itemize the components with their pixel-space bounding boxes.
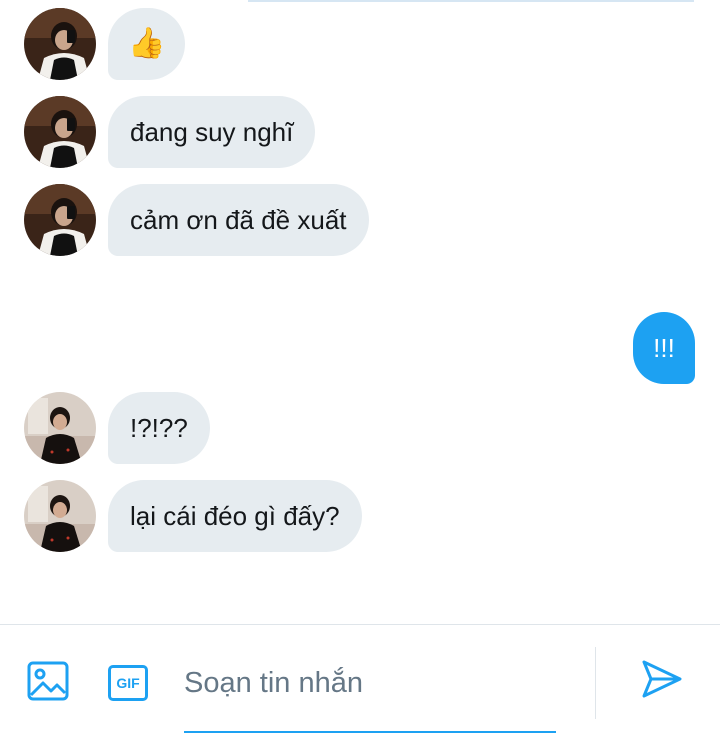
send-icon [641,659,683,704]
avatar[interactable] [24,392,96,464]
avatar-photo-a [24,184,96,256]
received-message: đang suy nghĩ [24,96,316,168]
gif-label: GIF [116,675,140,691]
divider [595,647,596,719]
message-text: đang suy nghĩ [130,117,294,147]
received-message: lại cái đéo gì đấy? [24,480,362,552]
message-input[interactable] [184,655,556,711]
add-photo-button[interactable] [26,661,70,705]
message-input-wrap [184,655,556,733]
message-composer: GIF [0,624,720,738]
message-text: lại cái đéo gì đấy? [130,501,340,531]
avatar-photo-b [24,480,96,552]
avatar-photo-a [24,96,96,168]
avatar[interactable] [24,480,96,552]
message-bubble[interactable]: !?!?? [108,392,210,464]
message-thread[interactable]: 👍 đang suy nghĩ cảm ơn đã đề xuất !!! !?… [0,0,720,624]
image-icon [27,661,69,706]
avatar[interactable] [24,96,96,168]
send-button[interactable] [640,659,684,703]
message-bubble[interactable]: đang suy nghĩ [108,96,316,168]
message-text: !!! [653,332,675,363]
add-gif-button[interactable]: GIF [106,661,150,705]
input-underline [184,731,556,733]
received-message: cảm ơn đã đề xuất [24,184,369,256]
message-text: 👍 [128,27,166,60]
avatar-photo-a [24,8,96,80]
message-text: !?!?? [130,413,188,443]
avatar[interactable] [24,8,96,80]
avatar-photo-b [24,392,96,464]
received-message: 👍 [24,8,186,80]
message-bubble[interactable]: cảm ơn đã đề xuất [108,184,369,256]
message-text: cảm ơn đã đề xuất [130,205,347,235]
gif-icon: GIF [108,665,148,701]
sent-message-bubble[interactable]: !!! [633,312,695,384]
message-bubble[interactable]: lại cái đéo gì đấy? [108,480,362,552]
avatar[interactable] [24,184,96,256]
message-bubble[interactable]: 👍 [108,8,186,80]
received-message: !?!?? [24,392,210,464]
